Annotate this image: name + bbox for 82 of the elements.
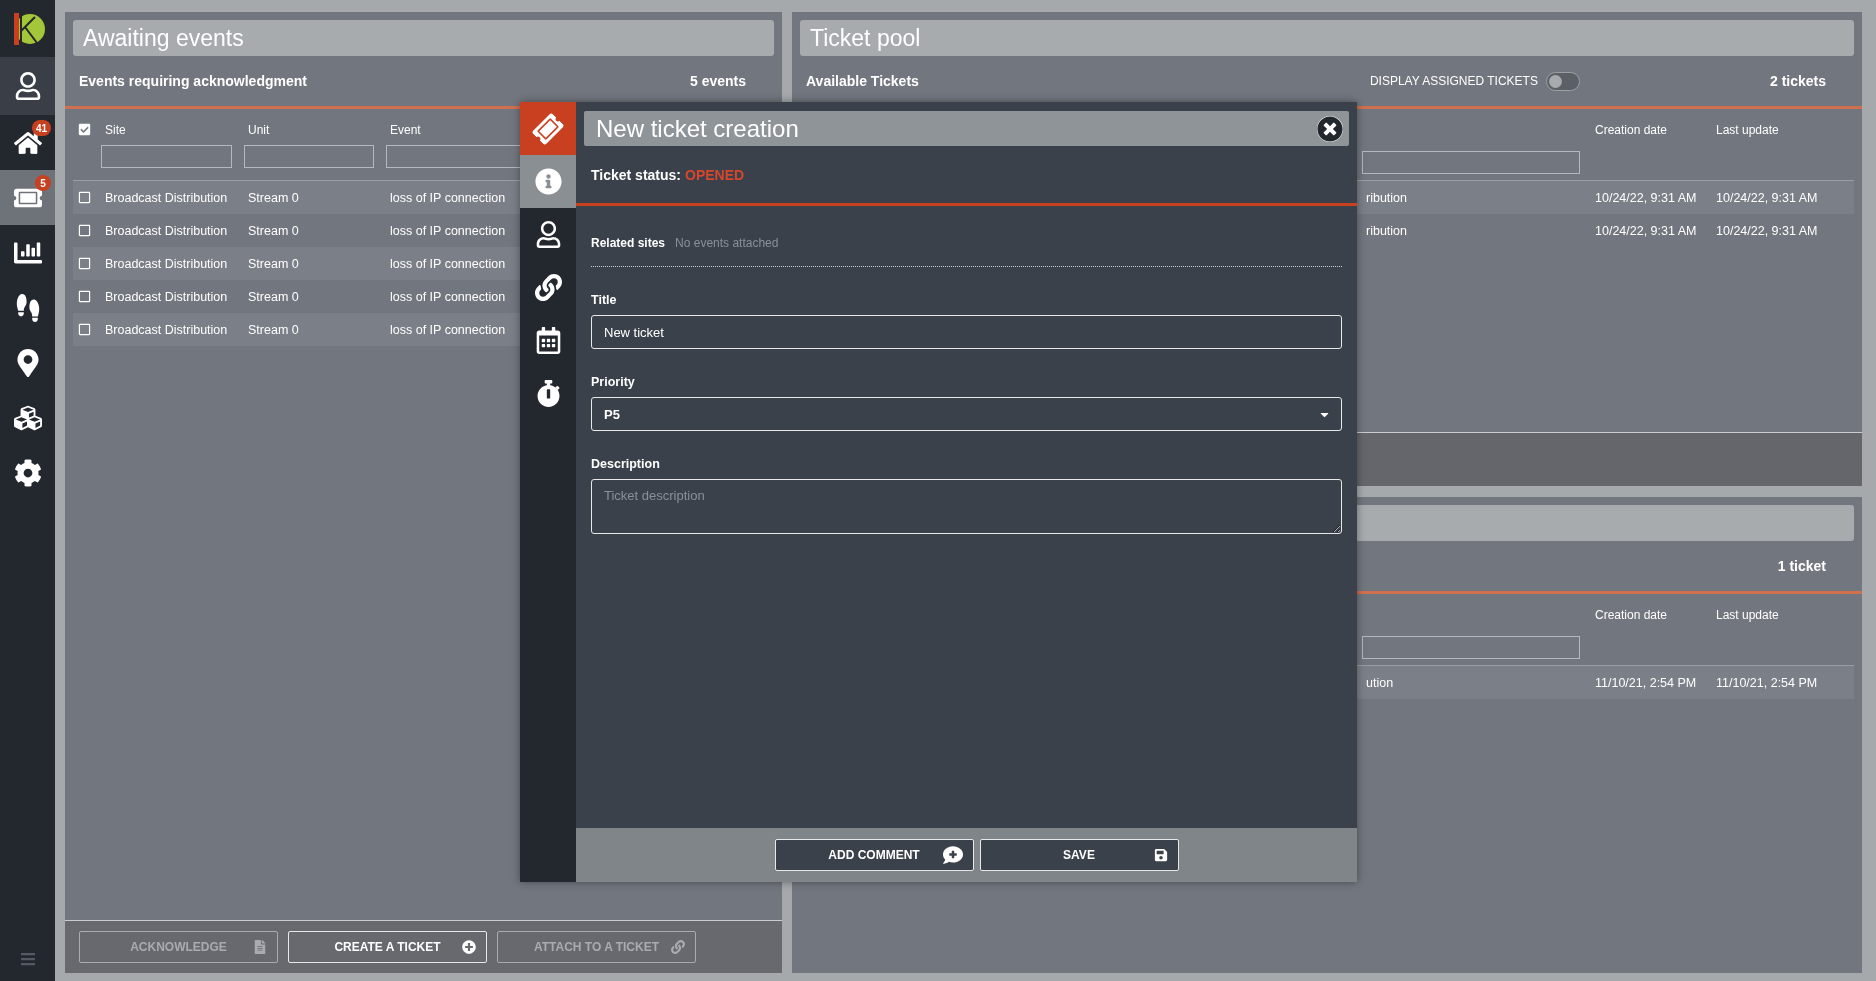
column-header: Event: [389, 123, 421, 137]
table-cell-text: Stream 0: [247, 190, 299, 205]
user-icon: [13, 72, 42, 100]
table-cell-text: ution: [1365, 675, 1394, 690]
toggle-label: DISPLAY ASSIGNED TICKETS: [1369, 74, 1538, 88]
document-icon: [253, 940, 267, 954]
column-header: Last update: [1715, 123, 1779, 137]
column-header: Last update: [1715, 608, 1779, 622]
related-sites-label: Related sites: [591, 236, 666, 250]
row-checkbox[interactable]: [77, 323, 91, 336]
user-icon: [534, 221, 562, 248]
row-checkbox[interactable]: [77, 191, 91, 204]
table-cell-text: loss of IP connection: [389, 322, 506, 337]
link-icon: [534, 274, 562, 301]
column-header: Unit: [247, 123, 270, 137]
table-cell-text: 11/10/21, 2:54 PM: [1715, 675, 1818, 690]
toggle-switch[interactable]: [1545, 71, 1580, 91]
field-label: Priority: [591, 375, 636, 389]
status-label: Ticket status:: [591, 166, 681, 183]
table-cell-text: Stream 0: [247, 256, 299, 271]
table-cell-text: Broadcast Distribution: [104, 289, 228, 304]
panel-title: Ticket pool: [810, 24, 921, 52]
select-all-checkbox[interactable]: [77, 123, 91, 136]
sidebar-item[interactable]: 5: [0, 170, 55, 225]
info-icon: [534, 168, 562, 195]
link-icon: [671, 940, 685, 954]
row-checkbox[interactable]: [77, 257, 91, 270]
panel-subtitle: Available Tickets: [806, 73, 919, 89]
table-cell-text: loss of IP connection: [389, 190, 506, 205]
table-cell-text: 10/24/22, 9:31 AM: [1715, 223, 1818, 238]
action-button[interactable]: CREATE A TICKET: [288, 931, 487, 963]
table-cell-text: Broadcast Distribution: [104, 223, 228, 238]
calendar-icon: [534, 327, 562, 354]
table-cell-text: ribution: [1365, 223, 1407, 238]
event-count: 5 events: [689, 73, 746, 89]
filter-field[interactable]: [101, 145, 232, 168]
filter-field[interactable]: [244, 145, 374, 168]
comment-plus-icon: [942, 845, 963, 865]
dialog-button[interactable]: ADD COMMENT: [774, 839, 974, 871]
column-header: Creation date: [1594, 123, 1668, 137]
cubes-icon: [13, 403, 42, 432]
title-field[interactable]: New ticket: [591, 315, 1342, 349]
table-cell-text: ribution: [1365, 190, 1407, 205]
field-label: Description: [591, 457, 661, 471]
ticket-count: 1 ticket: [1777, 558, 1826, 574]
table-cell-text: loss of IP connection: [389, 256, 506, 271]
count-badge: 5: [35, 175, 51, 191]
menu-icon[interactable]: [19, 951, 36, 967]
field-label: Title: [591, 293, 618, 307]
panel-title: Awaiting events: [83, 24, 244, 52]
table-cell-text: 10/24/22, 9:31 AM: [1715, 190, 1818, 205]
table-cell-text: 10/24/22, 9:31 AM: [1594, 190, 1697, 205]
save-icon: [1153, 848, 1168, 862]
filter-field[interactable]: [1362, 636, 1580, 659]
close-button[interactable]: [1317, 115, 1343, 142]
table-cell-text: loss of IP connection: [389, 289, 506, 304]
sidebar-item[interactable]: 41: [0, 115, 55, 170]
sidebar-item[interactable]: [0, 57, 55, 115]
filter-field[interactable]: [1362, 151, 1580, 174]
table-cell-text: Stream 0: [247, 289, 299, 304]
row-checkbox[interactable]: [77, 290, 91, 303]
related-sites-value: No events attached: [675, 236, 779, 250]
table-cell-text: 10/24/22, 9:31 AM: [1594, 223, 1697, 238]
table-cell-text: loss of IP connection: [389, 223, 506, 238]
count-badge: 41: [31, 120, 51, 136]
table-cell-text: Broadcast Distribution: [104, 322, 228, 337]
table-cell-text: Stream 0: [247, 223, 299, 238]
table-cell-text: 11/10/21, 2:54 PM: [1594, 675, 1697, 690]
table-cell-text: Broadcast Distribution: [104, 256, 228, 271]
dialog-button[interactable]: SAVE: [979, 839, 1179, 871]
table-cell-text: Broadcast Distribution: [104, 190, 228, 205]
column-header: Creation date: [1594, 608, 1668, 622]
description-field[interactable]: Ticket description: [591, 479, 1342, 534]
panel-subtitle: Events requiring acknowledgment: [79, 73, 307, 89]
priority-select[interactable]: P5: [591, 397, 1342, 431]
settings-icon: [13, 458, 42, 487]
row-checkbox[interactable]: [77, 224, 91, 237]
table-cell-text: Stream 0: [247, 322, 299, 337]
ticket-count: 2 tickets: [1769, 73, 1826, 89]
status-value: OPENED: [685, 166, 745, 183]
column-header: Site: [104, 123, 126, 137]
dialog-title: New ticket creation: [596, 114, 799, 143]
